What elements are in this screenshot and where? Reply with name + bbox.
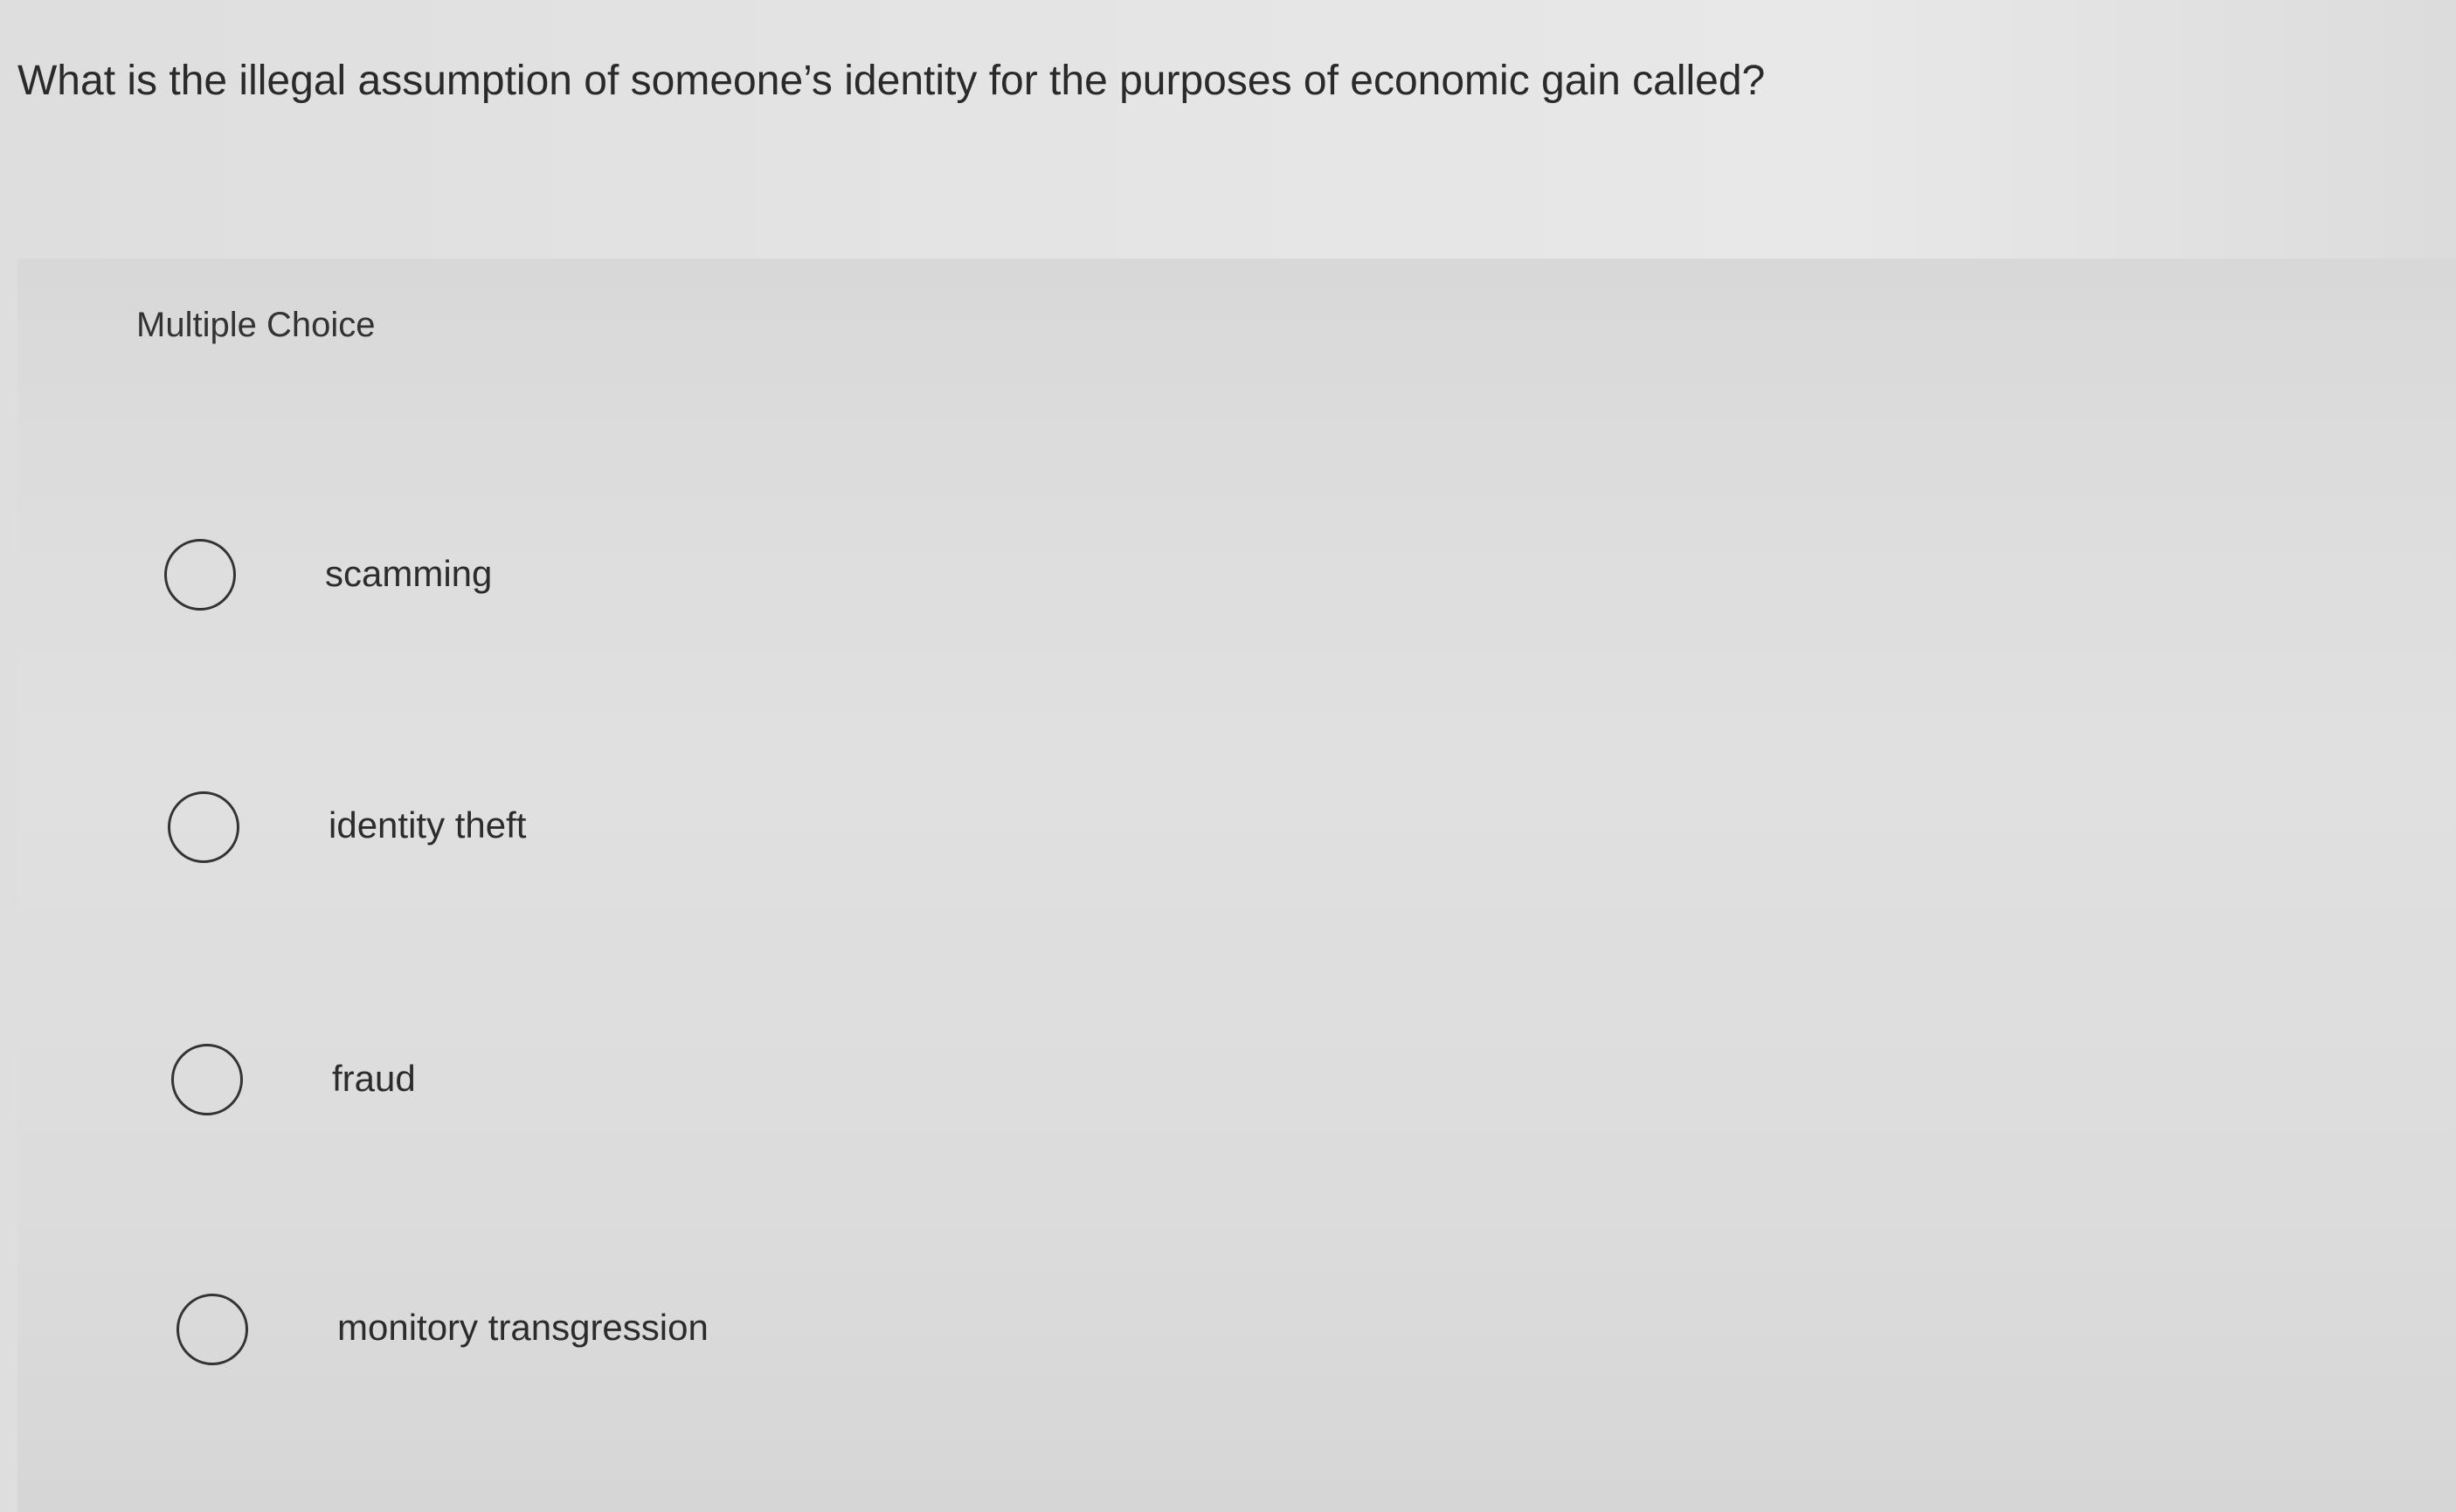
answer-option-identity-theft[interactable]: identity theft — [17, 772, 2456, 877]
question-text: What is the illegal assumption of someon… — [17, 58, 1766, 104]
quiz-page: What is the illegal assumption of someon… — [0, 0, 2456, 1512]
answer-option-monitory-transgression[interactable]: monitory transgression — [17, 1274, 2456, 1379]
radio-button[interactable] — [171, 1044, 243, 1115]
answer-option-label[interactable]: fraud — [332, 1054, 416, 1103]
multiple-choice-label: Multiple Choice — [136, 306, 376, 344]
answer-option-label[interactable]: scamming — [325, 549, 492, 598]
answer-option-label[interactable]: monitory transgression — [337, 1303, 709, 1352]
answer-option-scamming[interactable]: scamming — [17, 521, 2456, 625]
radio-button[interactable] — [164, 539, 236, 611]
radio-button[interactable] — [176, 1294, 248, 1365]
answer-option-fraud[interactable]: fraud — [17, 1025, 2456, 1130]
answer-option-label[interactable]: identity theft — [329, 801, 526, 850]
radio-button[interactable] — [168, 791, 239, 863]
multiple-choice-panel: Multiple Choice scamming identity theft … — [17, 259, 2456, 1512]
